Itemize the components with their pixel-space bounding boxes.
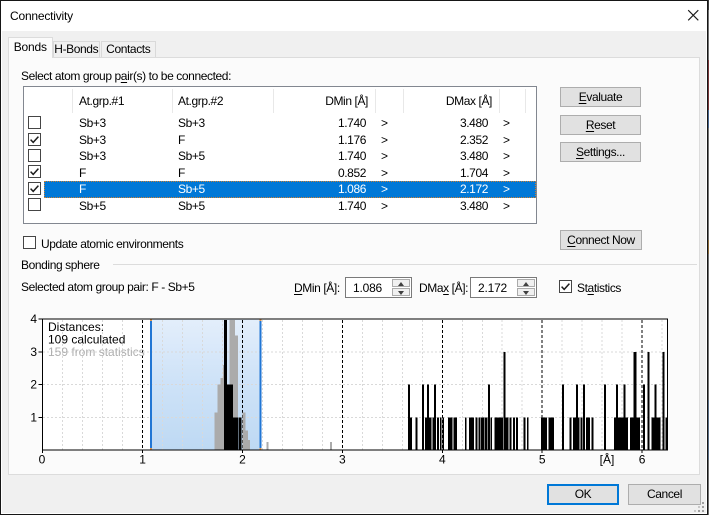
svg-text:2: 2 (30, 378, 37, 392)
svg-text:4: 4 (439, 453, 446, 467)
svg-text:5: 5 (539, 453, 546, 467)
svg-text:4: 4 (30, 312, 37, 326)
svg-text:[Å]: [Å] (600, 452, 615, 467)
svg-text:2: 2 (239, 453, 246, 467)
svg-text:159 from statistics: 159 from statistics (48, 345, 145, 359)
svg-text:0: 0 (39, 453, 46, 467)
svg-text:6: 6 (639, 453, 646, 467)
svg-text:3: 3 (339, 453, 346, 467)
svg-text:3: 3 (30, 345, 37, 359)
svg-text:1: 1 (139, 453, 146, 467)
svg-text:1: 1 (30, 411, 37, 425)
